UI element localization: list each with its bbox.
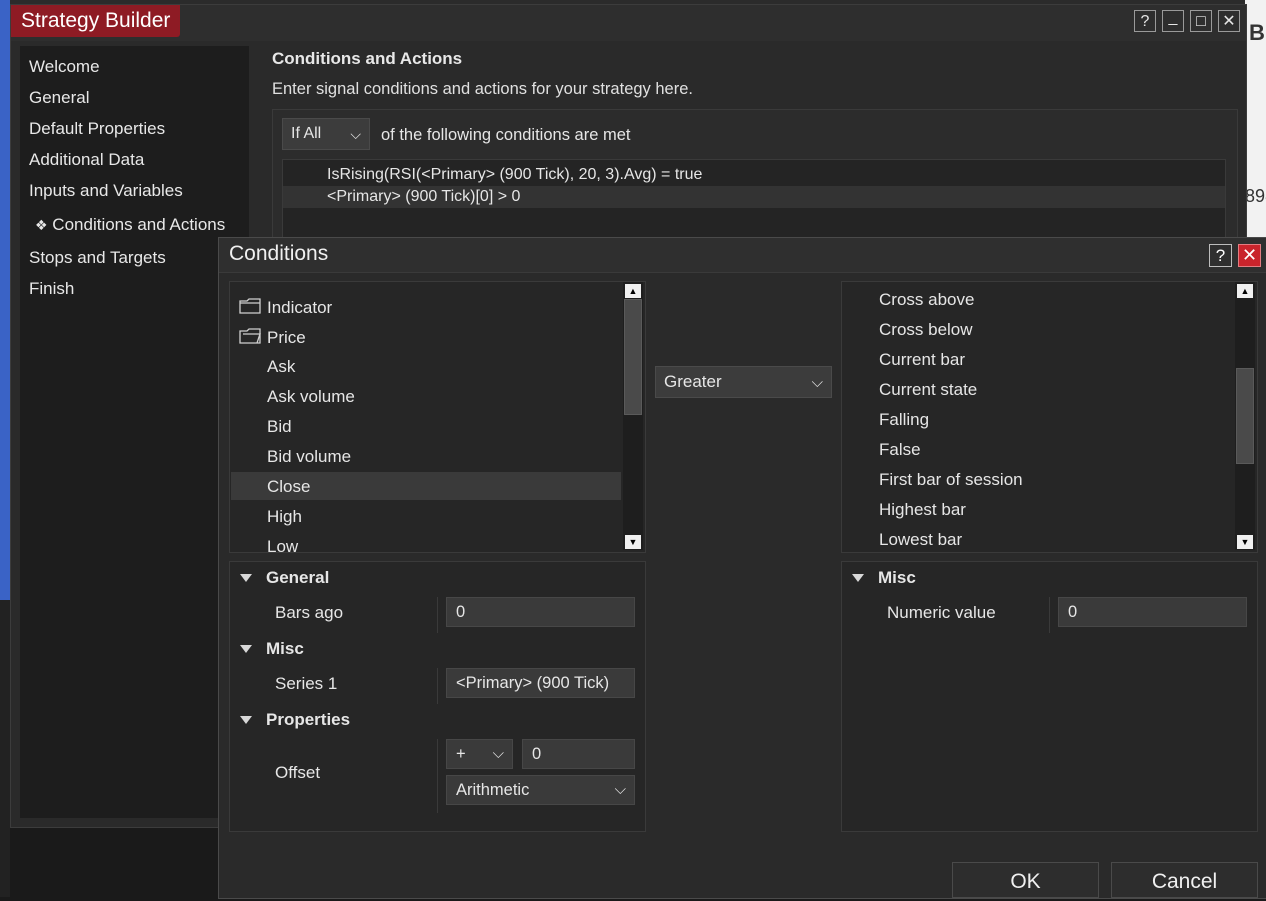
left-properties-grid: General Bars ago 0 Misc Series 1 <Primar… (229, 561, 646, 832)
strategy-builder-titlebar: Strategy Builder ? _ □ ✕ (11, 5, 1246, 41)
conditions-dialog: Conditions ? ✕ Indicator Price Ask Ask v… (218, 237, 1266, 899)
collapse-triangle-icon[interactable] (240, 716, 252, 724)
match-mode-suffix: of the following conditions are met (381, 126, 631, 144)
nav-default-properties[interactable]: Default Properties (29, 119, 165, 139)
nav-conditions-and-actions-label: Conditions and Actions (52, 215, 226, 234)
tree-item-ask-volume[interactable]: Ask volume (267, 387, 355, 407)
chevron-down-icon: ⌵ (350, 126, 361, 142)
list-item[interactable]: Highest bar (879, 500, 966, 520)
column-divider (437, 668, 438, 704)
list-item[interactable]: False (879, 440, 921, 460)
offset-sign-value: + (456, 745, 466, 763)
bars-ago-label: Bars ago (275, 603, 344, 622)
page-title: Conditions and Actions (272, 49, 463, 68)
list-item[interactable]: Cross below (879, 320, 973, 340)
dialog-close-button[interactable]: ✕ (1238, 244, 1261, 267)
chevron-down-icon: ⌵ (811, 374, 823, 391)
background-text-number: 898 (1245, 186, 1266, 206)
collapse-triangle-icon[interactable] (240, 574, 252, 582)
close-button[interactable]: ✕ (1218, 10, 1240, 32)
nav-additional-data[interactable]: Additional Data (29, 150, 144, 170)
list-item[interactable]: Lowest bar (879, 530, 962, 550)
background-under (0, 600, 10, 897)
minimize-button[interactable]: _ (1162, 10, 1184, 32)
tree-item-indicator[interactable]: Indicator (267, 298, 332, 318)
help-button[interactable]: ? (1134, 10, 1156, 32)
scroll-thumb[interactable] (1236, 368, 1254, 464)
conditions-dialog-titlebar: Conditions ? ✕ (219, 238, 1266, 273)
tree-item-price[interactable]: Price (267, 328, 306, 348)
nav-welcome[interactable]: Welcome (29, 57, 100, 77)
right-list-scrollbar[interactable]: ▲ ▼ (1235, 282, 1255, 550)
maximize-button[interactable]: □ (1190, 10, 1212, 32)
list-item[interactable]: Current bar (879, 350, 965, 370)
tree-item-ask[interactable]: Ask (267, 357, 295, 377)
background-chart-edge (0, 0, 10, 600)
tree-item-close[interactable]: Close (267, 477, 310, 497)
page-description: Enter signal conditions and actions for … (272, 80, 693, 98)
list-item[interactable]: Current state (879, 380, 977, 400)
folder-open-icon (239, 328, 261, 344)
dialog-title: Conditions (229, 242, 329, 265)
nav-stops-and-targets[interactable]: Stops and Targets (29, 248, 166, 268)
offset-type-value: Arithmetic (456, 781, 530, 799)
bars-ago-input[interactable]: 0 (446, 597, 635, 627)
match-mode-value: If All (291, 125, 322, 142)
section-misc[interactable]: Misc (266, 639, 304, 659)
scroll-down-icon[interactable]: ▼ (1237, 535, 1253, 549)
scroll-up-icon[interactable]: ▲ (1237, 284, 1253, 298)
section-general[interactable]: General (266, 568, 329, 588)
series-input[interactable]: <Primary> (900 Tick) (446, 668, 635, 698)
nav-finish[interactable]: Finish (29, 279, 74, 299)
scroll-thumb[interactable] (624, 299, 642, 415)
active-marker-icon: ❖ (35, 217, 48, 233)
offset-sign-select[interactable]: + ⌵ (446, 739, 513, 769)
condition-row[interactable]: <Primary> (900 Tick)[0] > 0 (283, 186, 1225, 208)
window-title: Strategy Builder (11, 5, 181, 37)
left-tree-scrollbar[interactable]: ▲ ▼ (623, 282, 643, 550)
tree-item-low[interactable]: Low (267, 537, 298, 552)
right-item-list: Cross above Cross below Current bar Curr… (841, 281, 1258, 553)
scroll-down-icon[interactable]: ▼ (625, 535, 641, 549)
column-divider (437, 739, 438, 813)
nav-general[interactable]: General (29, 88, 89, 108)
collapse-triangle-icon[interactable] (240, 645, 252, 653)
dialog-help-button[interactable]: ? (1209, 244, 1232, 267)
chevron-down-icon: ⌵ (492, 745, 504, 762)
list-item[interactable]: Falling (879, 410, 929, 430)
wizard-nav: Welcome General Default Properties Addit… (20, 46, 249, 818)
list-item[interactable]: First bar of session (879, 470, 1023, 490)
offset-value-input[interactable]: 0 (522, 739, 635, 769)
ok-button[interactable]: OK (952, 862, 1099, 898)
scroll-up-icon[interactable]: ▲ (625, 284, 641, 298)
tree-item-high[interactable]: High (267, 507, 302, 527)
offset-type-select[interactable]: Arithmetic ⌵ (446, 775, 635, 805)
left-item-tree: Indicator Price Ask Ask volume Bid Bid v… (229, 281, 646, 553)
nav-inputs-and-variables[interactable]: Inputs and Variables (29, 181, 183, 201)
section-misc[interactable]: Misc (878, 568, 916, 588)
numeric-value-input[interactable]: 0 (1058, 597, 1247, 627)
nav-conditions-and-actions[interactable]: ❖ Conditions and Actions (35, 215, 225, 235)
right-properties-grid: Misc Numeric value 0 (841, 561, 1258, 832)
operator-select[interactable]: Greater ⌵ (655, 366, 832, 398)
operator-value: Greater (664, 372, 722, 391)
match-mode-select[interactable]: If All ⌵ (282, 118, 370, 150)
cancel-button[interactable]: Cancel (1111, 862, 1258, 898)
list-item[interactable]: Cross above (879, 290, 974, 310)
collapse-triangle-icon[interactable] (852, 574, 864, 582)
column-divider (1049, 597, 1050, 633)
offset-label: Offset (275, 763, 321, 782)
section-properties[interactable]: Properties (266, 710, 350, 730)
column-divider (437, 597, 438, 633)
condition-row[interactable]: IsRising(RSI(<Primary> (900 Tick), 20, 3… (283, 164, 1225, 186)
background-text-b: B (1249, 20, 1265, 45)
tree-item-bid[interactable]: Bid (267, 417, 292, 437)
folder-icon (239, 298, 261, 314)
series-label: Series 1 (275, 674, 338, 693)
tree-item-bid-volume[interactable]: Bid volume (267, 447, 351, 467)
chevron-down-icon: ⌵ (614, 781, 626, 798)
numeric-value-label: Numeric value (887, 603, 996, 622)
